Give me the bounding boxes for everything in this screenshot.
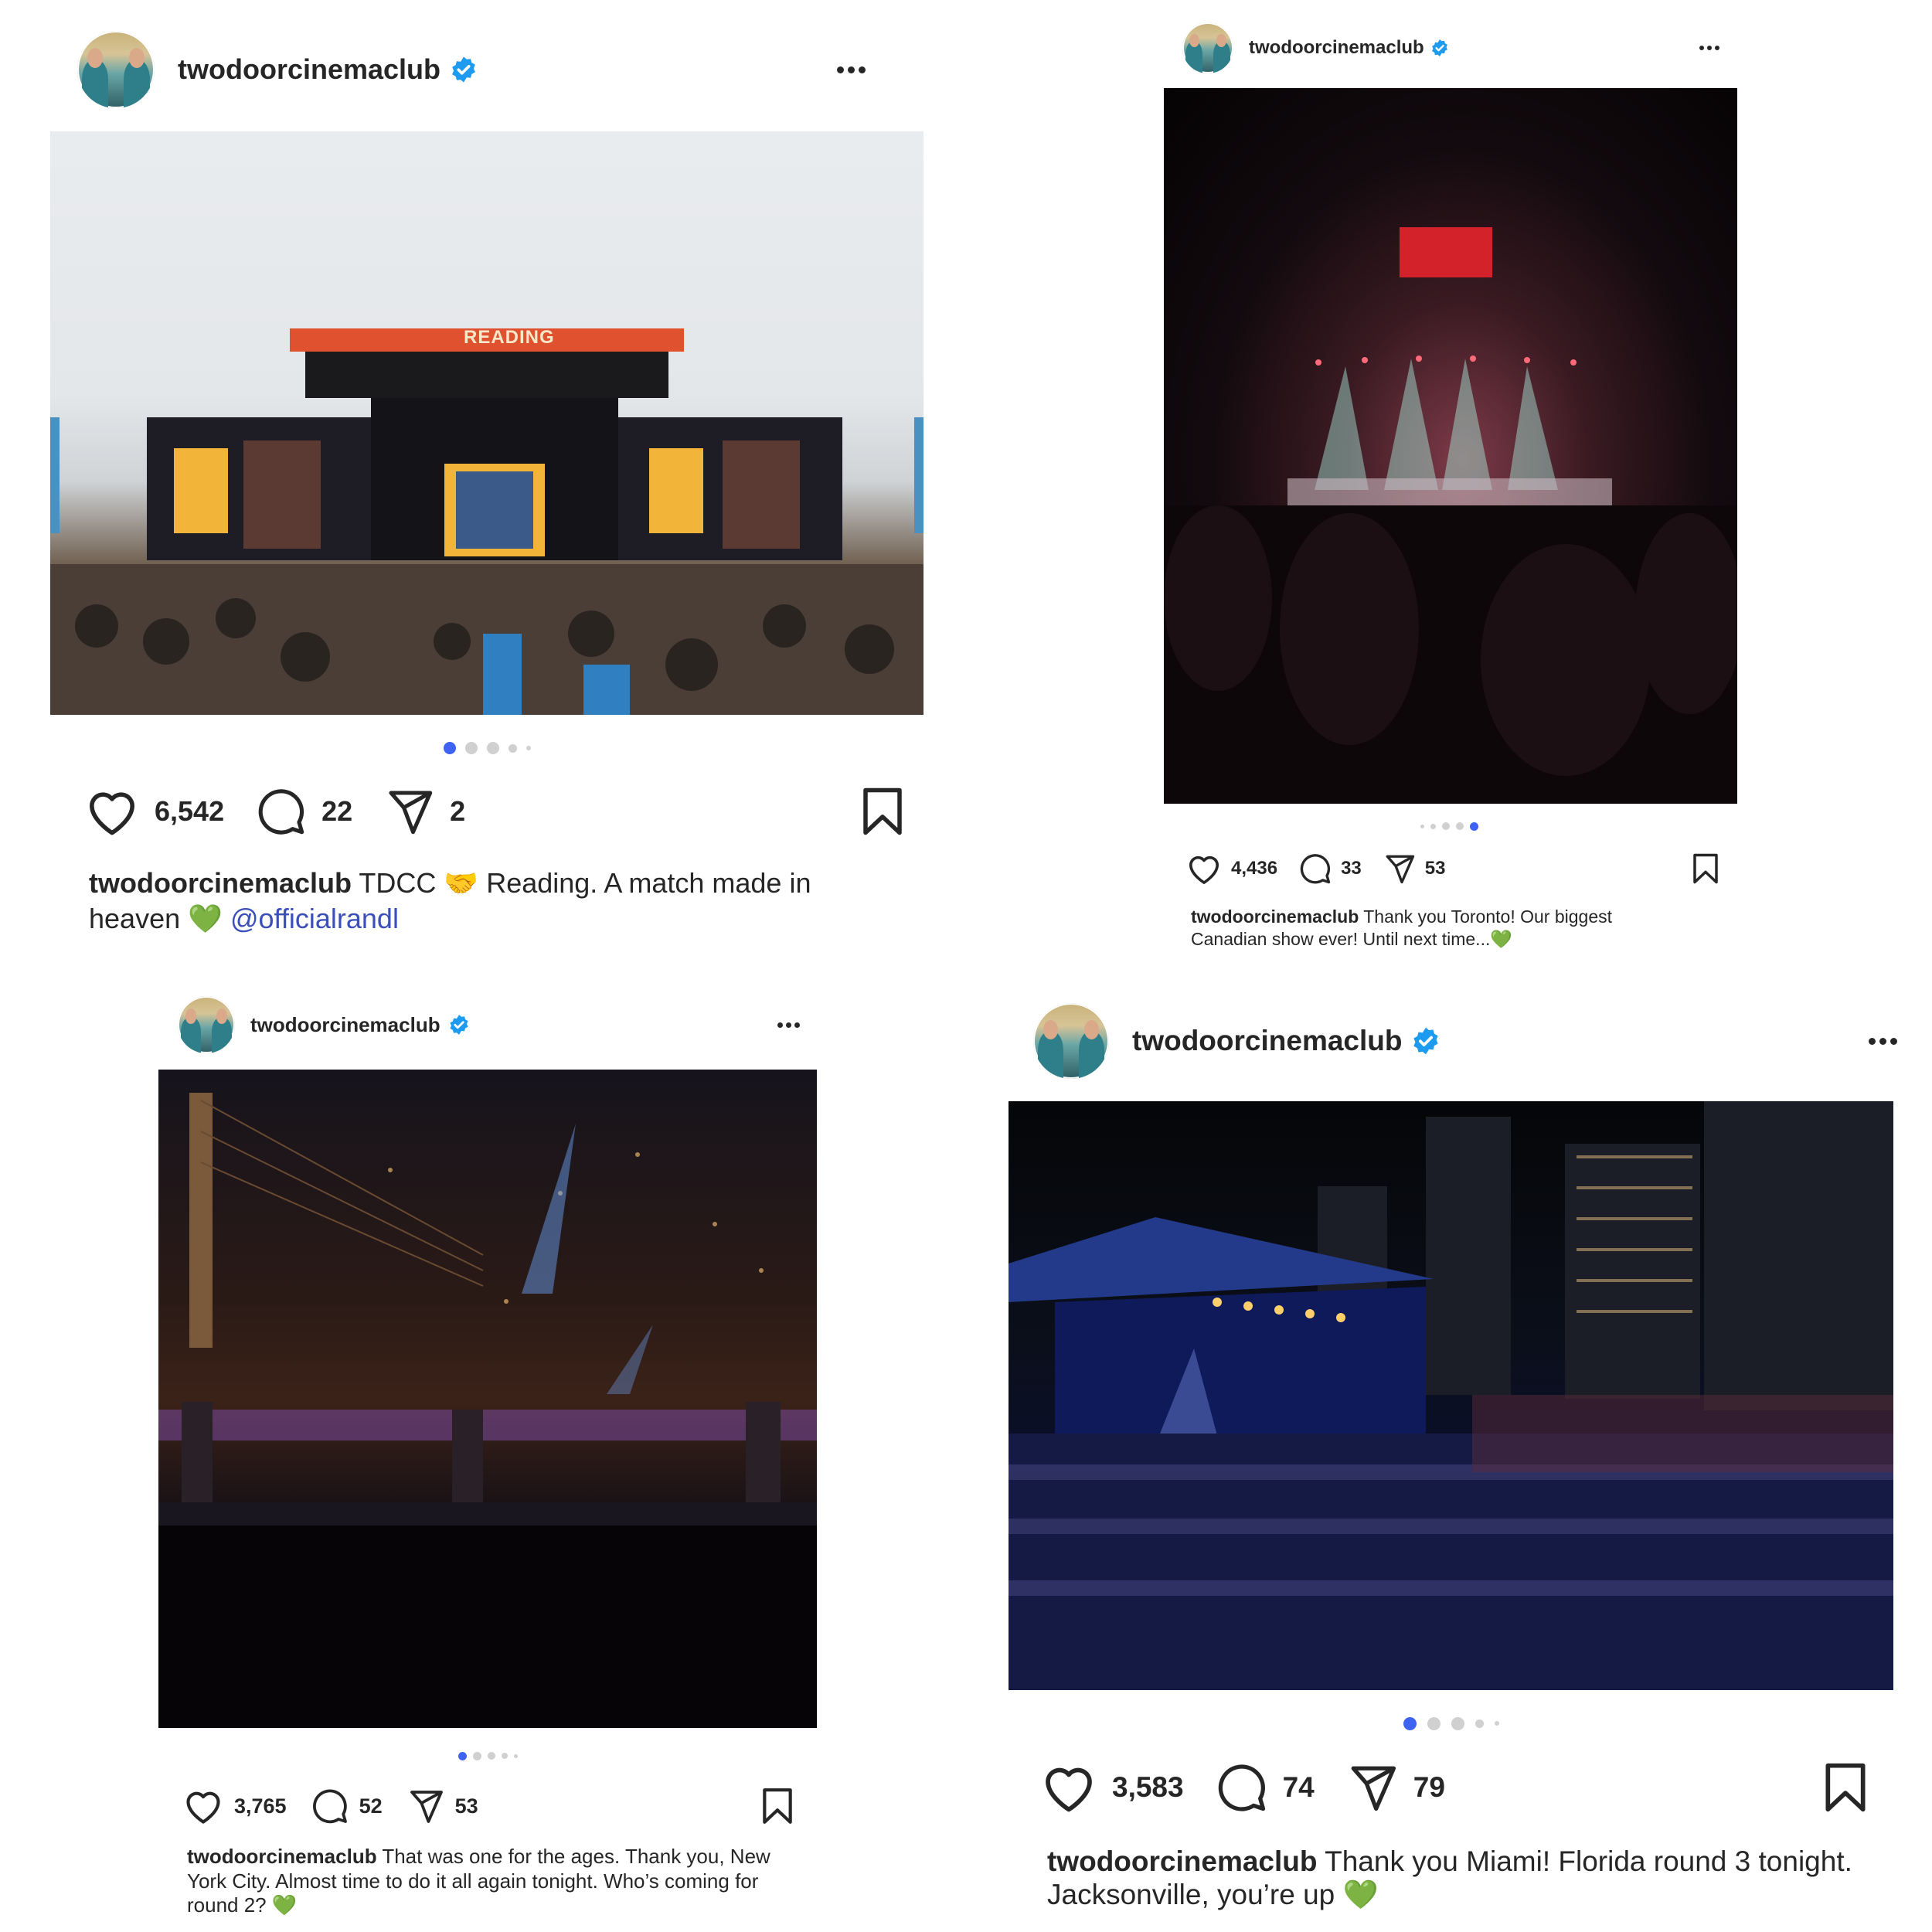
like-button[interactable]: 3,765 xyxy=(183,1787,287,1825)
action-bar: 3,583 74 79 xyxy=(1041,1760,1868,1815)
carousel-indicator xyxy=(1009,1716,1893,1731)
save-button[interactable] xyxy=(1823,1761,1868,1814)
save-button[interactable] xyxy=(861,786,904,837)
avatar[interactable] xyxy=(178,996,235,1053)
like-button[interactable]: 3,583 xyxy=(1041,1762,1184,1813)
post-photo[interactable] xyxy=(1164,88,1737,804)
save-button[interactable] xyxy=(1692,852,1719,885)
comment-icon xyxy=(1218,1764,1265,1811)
like-count: 3,583 xyxy=(1112,1771,1184,1803)
save-button[interactable] xyxy=(761,1787,794,1825)
share-count: 53 xyxy=(1424,858,1446,879)
comment-icon xyxy=(312,1789,347,1824)
comment-icon xyxy=(1300,854,1331,884)
avatar[interactable] xyxy=(1033,1003,1109,1079)
bookmark-icon xyxy=(1825,1763,1866,1812)
username[interactable]: twodoorcinemaclub xyxy=(1132,1025,1402,1057)
share-button[interactable]: 53 xyxy=(407,1787,478,1825)
post-photo[interactable] xyxy=(158,1070,817,1728)
share-button[interactable]: 2 xyxy=(385,787,465,836)
paper-plane-icon xyxy=(410,1791,443,1823)
like-button[interactable]: 4,436 xyxy=(1186,852,1277,885)
comment-count: 52 xyxy=(359,1794,383,1818)
heart-icon xyxy=(90,792,134,835)
post-caption: twodoorcinemaclub Thank you Toronto! Our… xyxy=(1191,906,1685,951)
share-count: 79 xyxy=(1413,1771,1445,1803)
comment-count: 22 xyxy=(321,795,353,827)
share-button[interactable]: 53 xyxy=(1383,852,1446,885)
caption-username[interactable]: twodoorcinemaclub xyxy=(1191,906,1359,927)
like-count: 3,765 xyxy=(234,1794,287,1818)
username[interactable]: twodoorcinemaclub xyxy=(1249,37,1424,59)
carousel-indicator xyxy=(158,1750,817,1761)
paper-plane-icon xyxy=(389,791,433,835)
avatar[interactable] xyxy=(1182,22,1233,73)
post-header: twodoorcinemaclub xyxy=(1009,1002,1932,1080)
comment-icon xyxy=(258,789,304,835)
post-photo[interactable] xyxy=(1009,1101,1893,1690)
post-miami: twodoorcinemaclub 3,583 74 79 twodoorcin… xyxy=(1009,981,1932,1932)
post-photo[interactable]: READING xyxy=(50,131,923,715)
paper-plane-icon xyxy=(1386,855,1414,884)
heart-icon xyxy=(1046,1767,1092,1812)
paper-plane-icon xyxy=(1351,1766,1396,1811)
caption-mention[interactable]: @officialrandl xyxy=(230,903,399,934)
bookmark-icon xyxy=(863,787,902,835)
username[interactable]: twodoorcinemaclub xyxy=(178,53,440,86)
share-count: 2 xyxy=(450,795,466,827)
action-bar: 4,436 33 53 xyxy=(1186,850,1719,887)
like-count: 4,436 xyxy=(1231,858,1278,879)
carousel-indicator xyxy=(50,740,923,756)
comment-button[interactable]: 52 xyxy=(311,1787,383,1825)
like-count: 6,542 xyxy=(155,795,225,827)
post-header: twodoorcinemaclub xyxy=(1163,22,1781,74)
verified-badge-icon xyxy=(448,1014,470,1036)
comment-button[interactable]: 74 xyxy=(1216,1762,1315,1813)
comment-count: 74 xyxy=(1282,1771,1315,1803)
caption-username[interactable]: twodoorcinemaclub xyxy=(1047,1845,1317,1877)
post-header: twodoorcinemaclub xyxy=(158,995,838,1054)
more-options-icon[interactable] xyxy=(1699,46,1719,50)
post-new-york: twodoorcinemaclub 3,765 52 53 twodoorcin… xyxy=(158,981,838,1932)
avatar[interactable] xyxy=(77,31,155,108)
stage-banner: READING xyxy=(464,327,555,348)
more-options-icon[interactable] xyxy=(1869,1037,1897,1045)
more-options-icon[interactable] xyxy=(777,1022,800,1028)
heart-icon xyxy=(186,1791,220,1824)
action-bar: 3,765 52 53 xyxy=(183,1785,794,1827)
comment-button[interactable]: 22 xyxy=(257,787,352,836)
comment-button[interactable]: 33 xyxy=(1299,852,1362,885)
verified-badge-icon xyxy=(1430,39,1449,57)
post-toronto: twodoorcinemaclub 4,436 33 53 twodoorcin… xyxy=(1163,0,1781,974)
share-button[interactable]: 79 xyxy=(1347,1762,1445,1813)
username[interactable]: twodoorcinemaclub xyxy=(250,1013,440,1037)
like-button[interactable]: 6,542 xyxy=(85,787,224,836)
action-bar: 6,542 22 2 xyxy=(85,784,904,838)
caption-username[interactable]: twodoorcinemaclub xyxy=(187,1845,377,1868)
caption-username[interactable]: twodoorcinemaclub xyxy=(89,867,352,899)
post-caption: twodoorcinemaclub TDCC 🤝 Reading. A matc… xyxy=(89,866,893,937)
post-caption: twodoorcinemaclub That was one for the a… xyxy=(187,1845,798,1918)
more-options-icon[interactable] xyxy=(837,66,866,73)
comment-count: 33 xyxy=(1341,858,1362,879)
verified-badge-icon xyxy=(1411,1026,1440,1056)
post-header: twodoorcinemaclub xyxy=(50,31,939,108)
share-count: 53 xyxy=(454,1794,478,1818)
post-reading: twodoorcinemaclub READING 6,542 22 2 two… xyxy=(50,0,939,974)
heart-icon xyxy=(1189,855,1219,884)
post-caption: twodoorcinemaclub Thank you Miami! Flori… xyxy=(1047,1845,1874,1911)
bookmark-icon xyxy=(1693,853,1718,884)
verified-badge-icon xyxy=(450,56,478,83)
carousel-indicator xyxy=(1395,821,1503,832)
bookmark-icon xyxy=(763,1788,792,1824)
